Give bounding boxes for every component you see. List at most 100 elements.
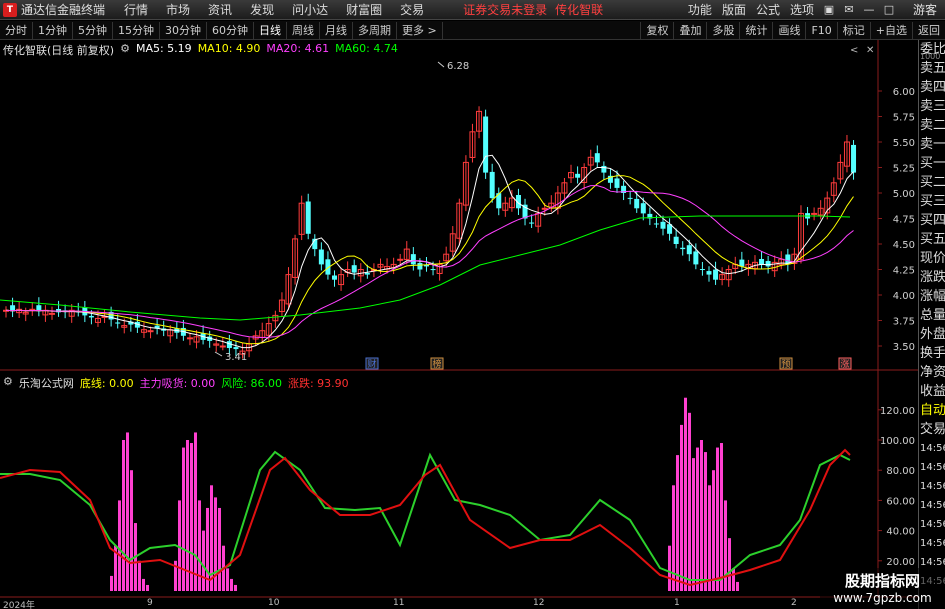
quote-panel-item[interactable]: 卖三 bbox=[919, 97, 945, 116]
candle-body bbox=[410, 254, 416, 265]
time-axis: 2024年 9 10 11 12 1 2 bbox=[0, 598, 918, 609]
panel-tag: 1000 bbox=[920, 52, 941, 61]
osc-bar bbox=[684, 397, 687, 591]
candle-body bbox=[693, 251, 699, 265]
osc-bar bbox=[732, 568, 735, 591]
quote-panel-item[interactable]: 卖四 bbox=[919, 78, 945, 97]
candle-body bbox=[417, 262, 423, 270]
candle-body bbox=[318, 249, 324, 265]
watermark-url: www.7gpzb.com bbox=[833, 591, 932, 605]
event-marker-label: 财 bbox=[367, 358, 376, 370]
candle-body bbox=[541, 207, 548, 210]
candle-body bbox=[48, 312, 55, 315]
candle-body bbox=[594, 153, 600, 163]
candle-body bbox=[397, 258, 404, 261]
quote-panel-item[interactable]: 涨跌 bbox=[919, 268, 945, 287]
osc-settings-icon[interactable]: ⚙ bbox=[3, 375, 13, 391]
event-marker-label: 涨 bbox=[840, 359, 849, 370]
osc-bar bbox=[680, 424, 683, 591]
watermark: 股期指标网 www.7gpzb.com bbox=[820, 568, 945, 609]
candlestick-chart[interactable]: 6.00 5.75 5.50 5.25 5.00 4.75 4.50 4.25 4.00 3.75… bbox=[0, 0, 918, 598]
osc-bar bbox=[692, 458, 695, 591]
osc-axis-label: 40.00 bbox=[886, 527, 915, 538]
price-axis-label: 3.50 bbox=[893, 342, 915, 353]
candle-body bbox=[364, 272, 370, 275]
price-axis-label: 5.25 bbox=[893, 164, 915, 175]
quote-panel-item[interactable]: 买二 bbox=[919, 173, 945, 192]
quote-panel-item[interactable]: 14:56 bbox=[919, 439, 945, 458]
watermark-title: 股期指标网 bbox=[844, 572, 920, 590]
osc-bar bbox=[716, 447, 719, 591]
quote-panel-item[interactable]: 外盘 bbox=[919, 325, 945, 344]
quote-panel-item[interactable]: 14:56 bbox=[919, 458, 945, 477]
time-label: 9 bbox=[147, 598, 153, 608]
candle-body bbox=[483, 116, 489, 173]
quote-panel-item[interactable]: 自动 bbox=[919, 401, 945, 420]
candle-body bbox=[699, 269, 705, 271]
quote-panel-item[interactable]: 收益 bbox=[919, 382, 945, 401]
osc-bar bbox=[146, 584, 149, 591]
osc-rise-fall: 涨跌: 93.90 bbox=[287, 377, 349, 390]
osc-bar bbox=[728, 538, 731, 591]
candle-body bbox=[759, 258, 765, 265]
osc-bar bbox=[700, 440, 703, 591]
quote-panel-item[interactable]: 换手 bbox=[919, 344, 945, 363]
quote-panel-item[interactable]: 买三 bbox=[919, 192, 945, 211]
quote-panel-item[interactable]: 卖二 bbox=[919, 116, 945, 135]
osc-axis-label: 80.00 bbox=[886, 466, 915, 477]
quote-panel-item[interactable]: 涨幅 bbox=[919, 287, 945, 306]
osc-bar bbox=[218, 507, 221, 591]
candle-body bbox=[430, 269, 436, 271]
time-label: 2 bbox=[791, 598, 797, 608]
osc-bar bbox=[230, 578, 233, 591]
time-label: 11 bbox=[393, 598, 405, 608]
quote-panel-item[interactable]: 14:56 bbox=[919, 477, 945, 496]
osc-bar bbox=[110, 575, 113, 591]
candle-body bbox=[653, 223, 659, 225]
event-marker-label: 榜 bbox=[432, 358, 441, 370]
price-axis-label: 6.00 bbox=[893, 87, 915, 98]
osc-bar bbox=[138, 560, 141, 591]
price-axis-label: 5.50 bbox=[893, 138, 915, 149]
quote-panel-item[interactable]: 净资 bbox=[919, 363, 945, 382]
candle-body bbox=[851, 144, 857, 173]
low-price-label: 3.41 bbox=[225, 352, 247, 363]
quote-panel-item[interactable]: 买四 bbox=[919, 211, 945, 230]
osc-bar bbox=[130, 470, 133, 591]
quote-panel-item[interactable]: 买一 bbox=[919, 154, 945, 173]
osc-main-force: 主力吸货: 0.00 bbox=[139, 377, 216, 390]
candle-body bbox=[739, 259, 745, 267]
quote-panel-item[interactable]: 卖五 bbox=[919, 59, 945, 78]
event-marker-label: 预 bbox=[781, 359, 790, 370]
time-label: 12 bbox=[533, 598, 545, 608]
osc-bar bbox=[668, 545, 671, 591]
candle-body bbox=[811, 212, 818, 215]
price-axis-label: 3.75 bbox=[893, 317, 915, 328]
osc-risk: 风险: 86.00 bbox=[221, 377, 282, 390]
candle-body bbox=[529, 222, 535, 224]
osc-bar bbox=[708, 485, 711, 591]
osc-bar bbox=[672, 485, 675, 591]
osc-bar bbox=[704, 452, 707, 591]
osc-bar bbox=[226, 568, 229, 591]
osc-bar bbox=[688, 412, 691, 591]
osc-bar bbox=[696, 447, 699, 591]
quote-panel-item[interactable]: 现价 bbox=[919, 249, 945, 268]
quote-panel-item[interactable]: 买五 bbox=[919, 230, 945, 249]
quote-panel-item[interactable]: 14:56 bbox=[919, 496, 945, 515]
osc-bar bbox=[234, 584, 237, 591]
quote-panel-item[interactable]: 14:56 bbox=[919, 534, 945, 553]
candle-body bbox=[640, 203, 646, 214]
osc-bar bbox=[194, 432, 197, 591]
price-axis-label: 5.00 bbox=[893, 189, 915, 200]
osc-bar bbox=[122, 440, 125, 591]
candle-body bbox=[713, 269, 719, 280]
quote-panel-item[interactable]: 总量 bbox=[919, 306, 945, 325]
close-chart-icon[interactable]: ✕ bbox=[866, 45, 874, 56]
quote-panel-item[interactable]: 交易 bbox=[919, 420, 945, 439]
osc-bottom-line: 底线: 0.00 bbox=[79, 377, 134, 390]
quote-panel-item[interactable]: 卖一 bbox=[919, 135, 945, 154]
expand-chart-icon[interactable]: < bbox=[850, 45, 858, 56]
price-axis-label: 4.25 bbox=[893, 266, 915, 277]
quote-panel-item[interactable]: 14:56 bbox=[919, 515, 945, 534]
